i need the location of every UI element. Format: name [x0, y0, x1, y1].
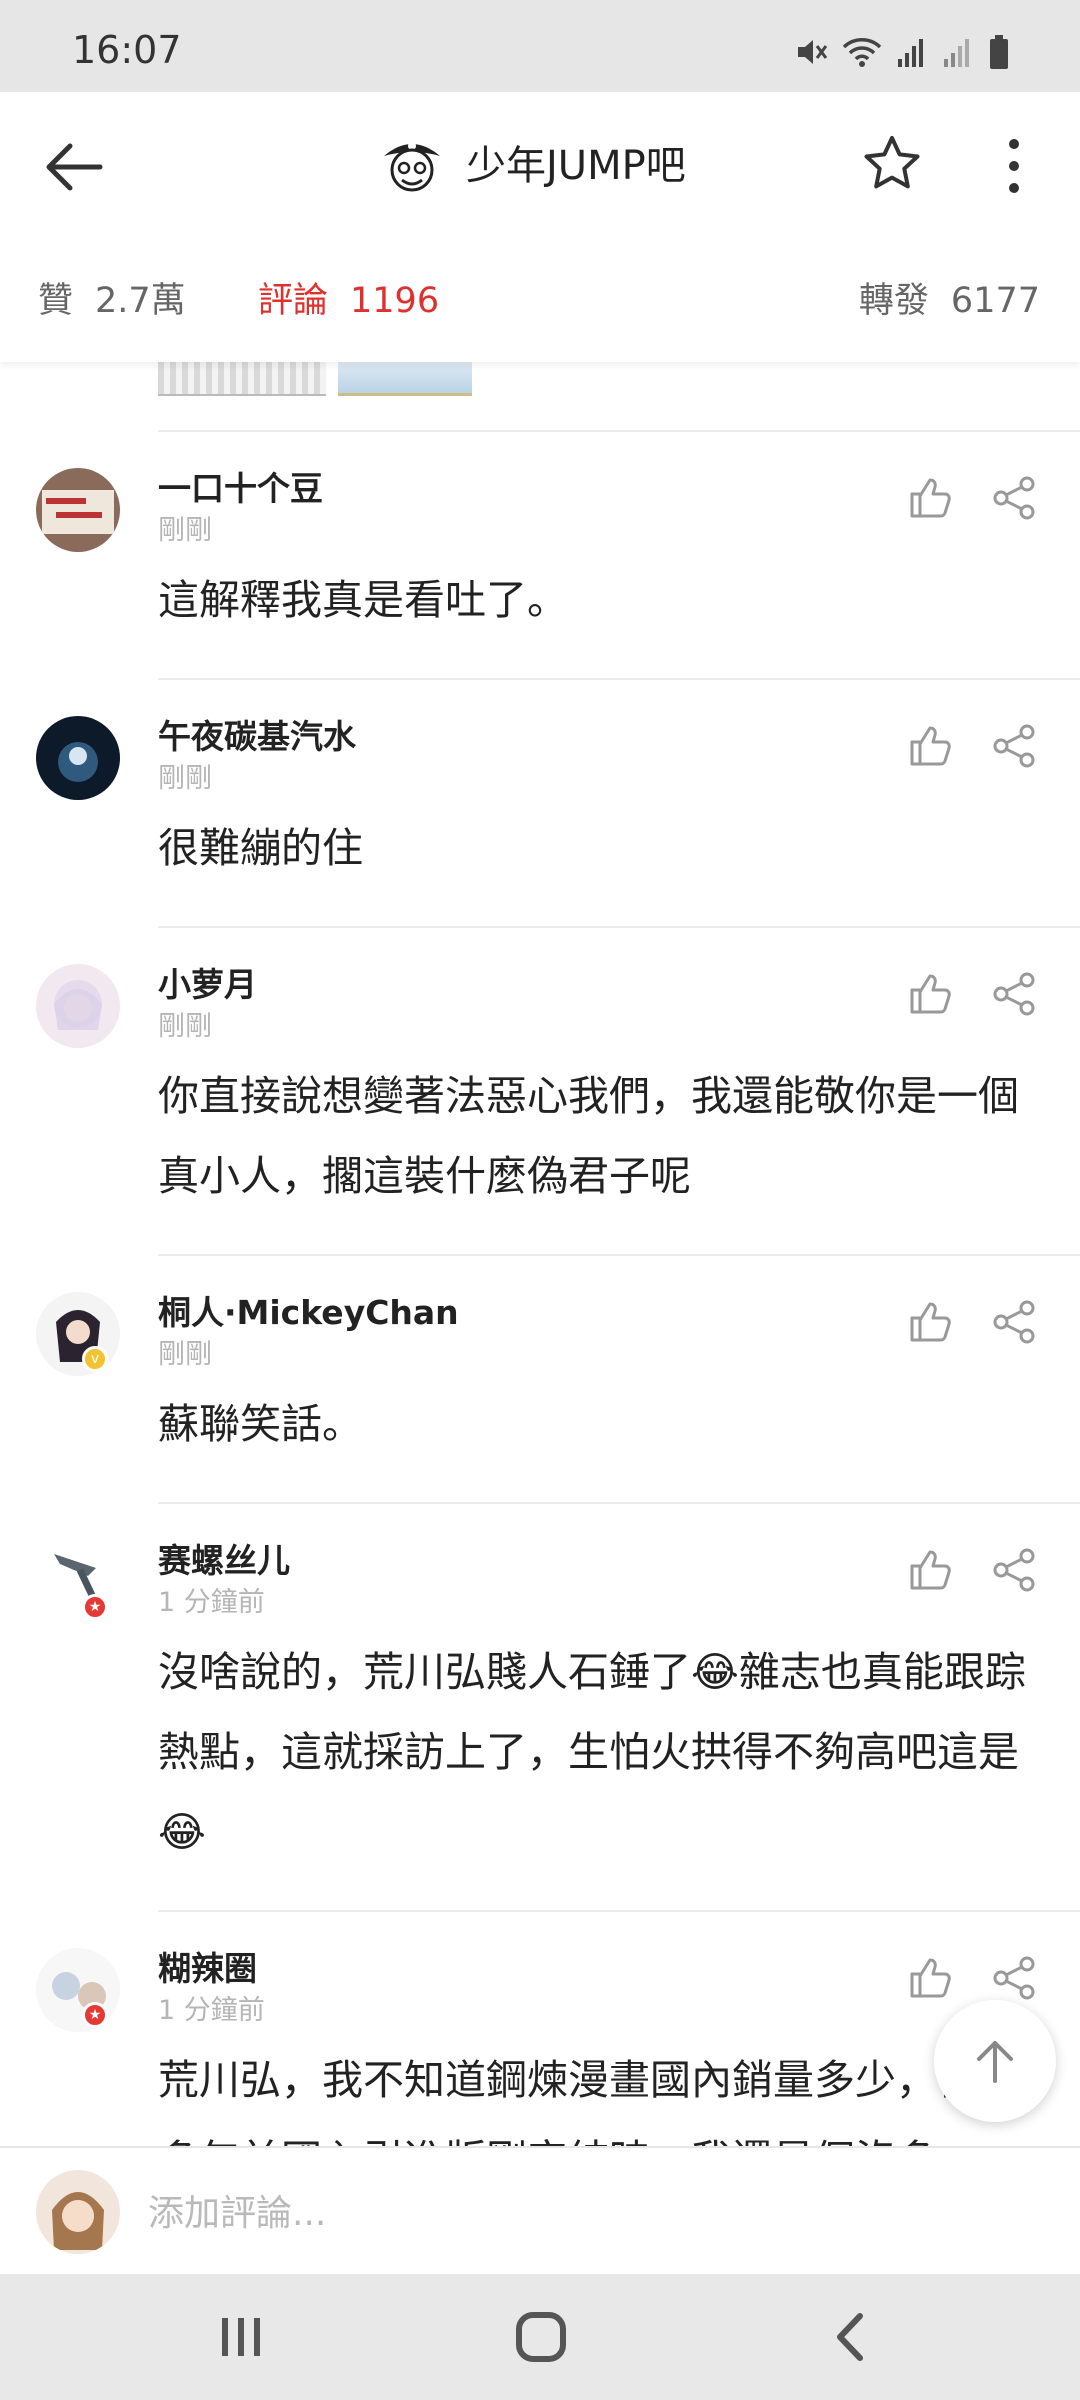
home-button[interactable]: [514, 2310, 568, 2368]
wifi-icon: [842, 38, 882, 67]
thumbs-up-icon: [910, 1302, 951, 1342]
comment-item: 小萝月 剛剛 你直接說想變著法惡心我們，我還能敬你是一個真小人，擱這裝什麼偽君子…: [36, 926, 1080, 1254]
share-button[interactable]: [990, 1298, 1038, 1346]
thumbs-up-icon: [910, 1550, 951, 1590]
share-icon: [993, 724, 1035, 768]
signal-icon: [898, 39, 923, 67]
comments-label: 評論: [258, 281, 329, 321]
share-icon: [993, 1956, 1035, 2000]
avatar[interactable]: [36, 964, 120, 1048]
post-header: 少年JUMP吧 贊 2.7萬 評論 1196 轉發 6177: [0, 92, 1080, 362]
vip-badge-icon: ★: [82, 1594, 108, 1620]
comments-tab[interactable]: 評論 1196: [258, 272, 439, 323]
chevron-left-icon: [837, 2313, 863, 2361]
comment-item: v 桐人·MickeyChan 剛剛 蘇聯笑話。: [36, 1254, 1080, 1502]
comments-count: 1196: [350, 281, 440, 321]
back-button[interactable]: [40, 132, 110, 202]
share-icon: [993, 1300, 1035, 1344]
my-avatar[interactable]: [36, 2170, 120, 2254]
comment-list: 一口十个豆 剛剛 這解釋我真是看吐了。 午夜碳基汽水 剛剛 很難繃的住 小萝月 …: [0, 430, 1080, 2238]
home-icon: [516, 2312, 566, 2362]
comment-item: 一口十个豆 剛剛 這解釋我真是看吐了。: [36, 430, 1080, 678]
scroll-to-top-button[interactable]: [934, 2000, 1056, 2122]
status-time: 16:07: [72, 28, 182, 72]
forum-title[interactable]: 少年JUMP吧: [380, 130, 686, 194]
like-button[interactable]: [906, 722, 954, 770]
avatar-image: [36, 468, 120, 552]
likes-tab[interactable]: 贊 2.7萬: [38, 272, 186, 323]
avatar-image: [36, 2170, 120, 2254]
comment-text: 沒啥說的，荒川弘賤人石錘了😂雜志也真能跟踪熱點，這就採訪上了，生怕火拱得不夠高吧…: [158, 1648, 1026, 1856]
comment-text: 你直接說想變著法惡心我們，我還能敬你是一個真小人，擱這裝什麼偽君子呢: [158, 1072, 1019, 1200]
mute-icon: [798, 40, 828, 64]
arrow-left-icon: [46, 143, 103, 191]
share-icon: [993, 476, 1035, 520]
arrow-up-icon: [977, 2041, 1013, 2083]
comment-input[interactable]: 添加評論...: [148, 2184, 326, 2236]
star-icon: [864, 136, 920, 189]
reposts-count: 6177: [950, 281, 1040, 321]
thumbs-up-icon: [910, 974, 951, 1014]
page-title: 少年JUMP吧: [466, 143, 686, 189]
more-vertical-icon: [1009, 139, 1019, 193]
avatar[interactable]: [36, 1948, 120, 2032]
avatar[interactable]: [36, 468, 120, 552]
reposts-label: 轉發: [858, 281, 929, 321]
thumbs-up-icon: [910, 1958, 951, 1998]
comment-item: ★ 赛螺丝儿 1 分鐘前 沒啥說的，荒川弘賤人石錘了😂雜志也真能跟踪熱點，這就採…: [36, 1502, 1080, 1910]
comment-input-bar: 添加評論...: [0, 2146, 1080, 2274]
avatar[interactable]: [36, 1540, 120, 1624]
system-back-button[interactable]: [824, 2310, 878, 2368]
comment-image[interactable]: [158, 362, 326, 396]
thumbs-up-icon: [910, 726, 951, 766]
like-button[interactable]: [906, 1954, 954, 2002]
favorite-button[interactable]: [860, 132, 924, 196]
share-icon: [993, 972, 1035, 1016]
recent-apps-icon: [222, 2318, 260, 2356]
signal-icon-2: [944, 39, 969, 67]
share-button[interactable]: [990, 1954, 1038, 2002]
status-bar: 16:07: [0, 0, 1080, 92]
share-button[interactable]: [990, 474, 1038, 522]
comment-text: 這解釋我真是看吐了。: [158, 576, 568, 624]
share-button[interactable]: [990, 722, 1038, 770]
system-nav-bar: [0, 2274, 1080, 2400]
avatar[interactable]: [36, 1292, 120, 1376]
battery-icon: [990, 35, 1008, 69]
avatar-image: [36, 964, 120, 1048]
avatar-image: [36, 716, 120, 800]
share-button[interactable]: [990, 1546, 1038, 1594]
recent-apps-button[interactable]: [216, 2312, 266, 2366]
like-button[interactable]: [906, 474, 954, 522]
comment-item: 午夜碳基汽水 剛剛 很難繃的住: [36, 678, 1080, 926]
likes-count: 2.7萬: [95, 281, 186, 321]
avatar-image: [36, 1948, 120, 2032]
share-button[interactable]: [990, 970, 1038, 1018]
reposts-tab[interactable]: 轉發 6177: [859, 272, 1040, 323]
comment-text: 很難繃的住: [158, 824, 363, 872]
comment-image[interactable]: [338, 362, 472, 396]
pirate-logo-icon: [384, 142, 440, 192]
status-icons: [794, 34, 1010, 70]
like-button[interactable]: [906, 1546, 954, 1594]
likes-label: 贊: [38, 281, 74, 321]
avatar-image: [36, 1540, 120, 1624]
verified-badge-icon: v: [82, 1346, 108, 1372]
vip-badge-icon: ★: [82, 2002, 108, 2028]
post-stats: 贊 2.7萬 評論 1196 轉發 6177: [0, 272, 1080, 332]
comment-text: 蘇聯笑話。: [158, 1400, 363, 1448]
avatar-image: [36, 1292, 120, 1376]
like-button[interactable]: [906, 970, 954, 1018]
avatar[interactable]: [36, 716, 120, 800]
like-button[interactable]: [906, 1298, 954, 1346]
thumbs-up-icon: [910, 478, 951, 518]
share-icon: [993, 1548, 1035, 1592]
more-options-button[interactable]: [994, 134, 1034, 198]
